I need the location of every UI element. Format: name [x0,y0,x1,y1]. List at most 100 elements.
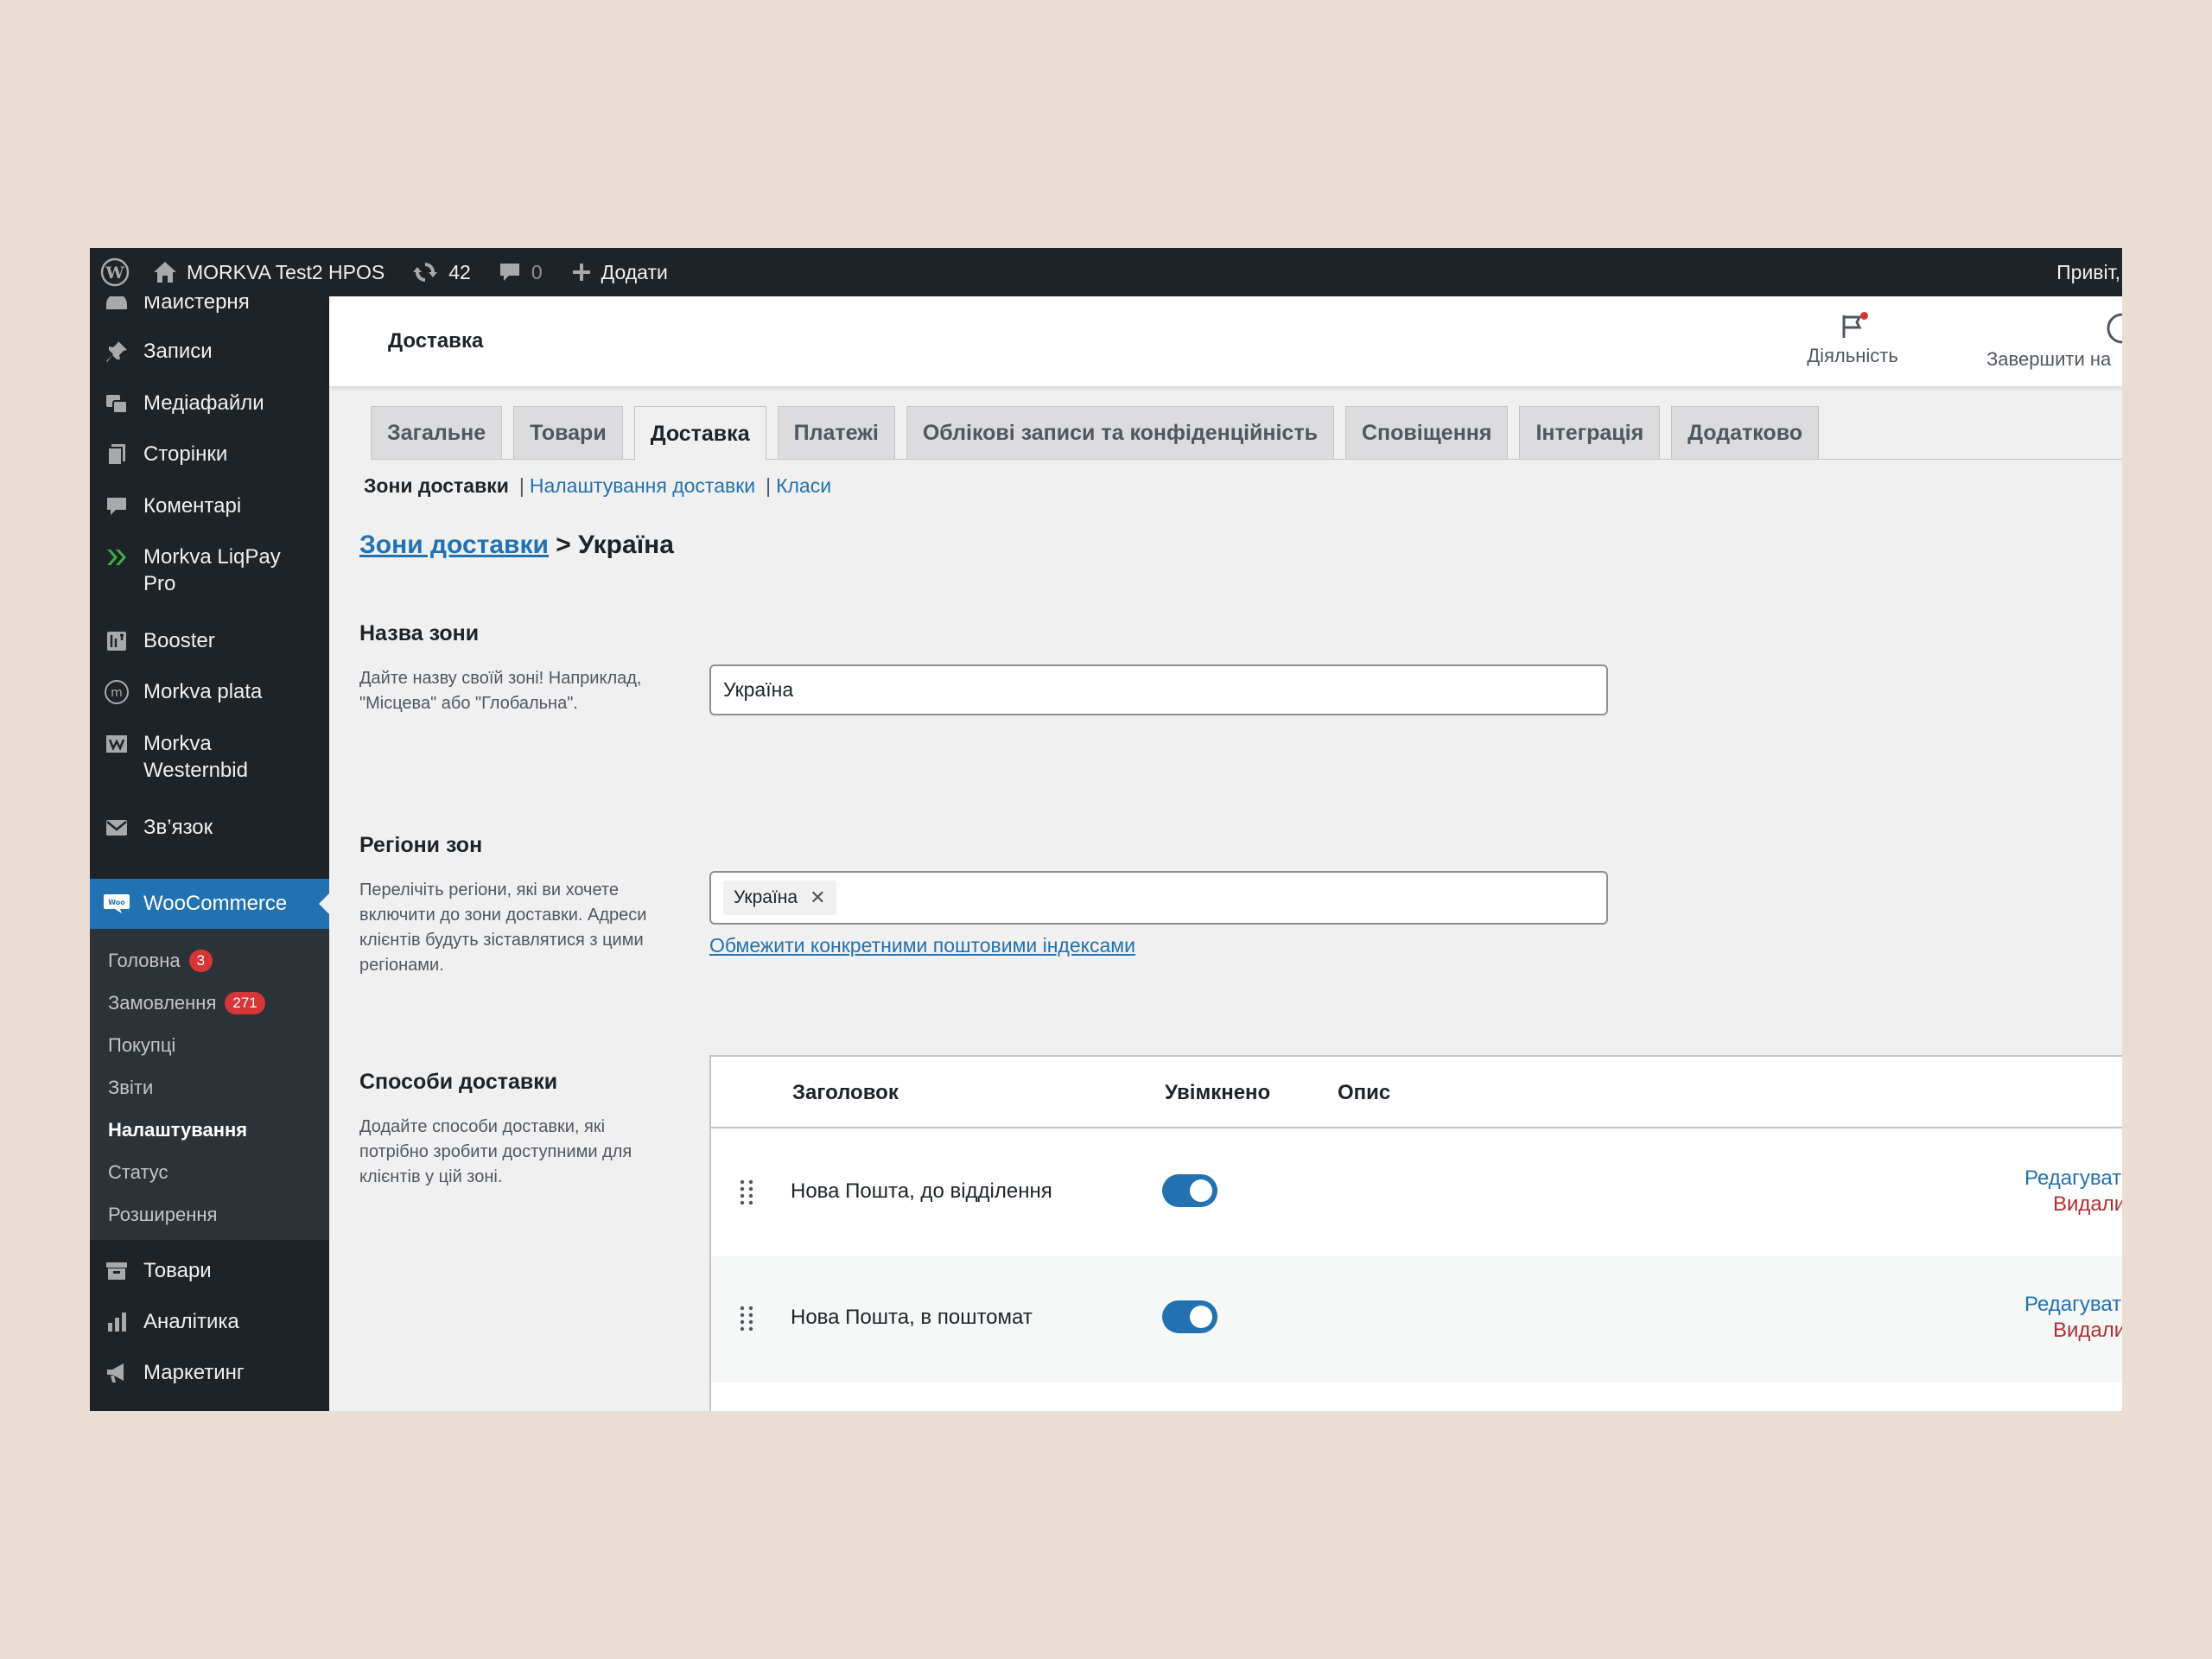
westernbid-icon [90,730,143,757]
drag-handle-icon[interactable] [739,1305,754,1331]
comment-icon [499,264,519,281]
column-title: Заголовок [792,1081,899,1104]
method-enabled-toggle[interactable] [1162,1174,1217,1207]
tab-shipping[interactable]: Доставка [633,406,766,461]
finish-setup-label: Завершити на [1986,348,2112,370]
limit-postcodes-link[interactable]: Обмежити конкретними поштовими індексами [709,934,1135,957]
tab-general[interactable]: Загальне [371,406,503,459]
notification-dot [1860,312,1868,320]
home-icon [154,262,176,283]
submenu-item-settings[interactable]: Налаштування [108,1117,247,1143]
delete-method-link[interactable]: Видалити [2053,1192,2122,1217]
toggle-knob [1190,1306,1212,1328]
zone-name-value: Україна [723,678,794,701]
updates-link[interactable]: 42 [398,248,485,296]
method-name: Нова Пошта, до відділення [791,1179,1052,1203]
remove-chip-icon[interactable]: ✕ [810,887,825,909]
finish-setup-button[interactable]: Завершити на [1986,312,2122,371]
mail-icon [90,814,143,841]
subnav-separator: | [766,474,772,497]
progress-ring-icon [2107,313,2122,344]
tab-advanced[interactable]: Додатково [1671,406,1820,459]
zone-name-description: Дайте назву своїй зоні! Наприклад, "Місц… [359,669,642,713]
svg-text:Woo: Woo [108,899,125,906]
archive-icon [90,1257,143,1284]
sidebar-item-morkva-westernbid[interactable]: Morkva Westernbid [90,730,329,784]
notification-badge: 3 [188,950,213,972]
zone-regions-select[interactable]: Україна ✕ [709,871,1608,925]
drag-handle-icon[interactable] [739,1179,754,1205]
sidebar-item-comments[interactable]: Коментарі [90,493,329,519]
sidebar-item-label: Маркетинг [143,1361,245,1384]
activity-label: Діяльність [1807,345,1898,366]
submenu-item-customers[interactable]: Покупці [108,1033,175,1058]
column-description: Опис [1338,1081,1391,1104]
site-name-link[interactable]: MORKVA Test2 HPOS [143,248,398,296]
sidebar-item-contact[interactable]: Зв’язок [90,814,329,841]
svg-text:W: W [105,264,124,283]
woo-icon: Woo [90,890,143,917]
tab-accounts-privacy[interactable]: Облікові записи та конфіденційність [906,406,1334,459]
plata-icon: m [90,678,143,705]
sidebar-item-dashboard[interactable]: Майстерня [90,296,329,315]
sidebar-item-booster[interactable]: Booster [90,627,329,654]
sidebar-item-label: WooCommerce [143,892,288,915]
tab-integration[interactable]: Інтеграція [1519,406,1661,459]
subnav-current[interactable]: Зони доставки [364,474,509,498]
submenu-item-label: Статус [108,1161,168,1183]
sidebar-item-marketing[interactable]: Маркетинг [90,1359,329,1386]
sidebar-item-label: Зв’язок [143,816,213,839]
submenu-item-orders[interactable]: Замовлення 271 [108,990,265,1016]
greeting[interactable]: Привіт, [2056,261,2120,284]
tab-emails[interactable]: Сповіщення [1344,406,1509,459]
comments-link[interactable]: 0 [485,248,556,296]
sidebar-item-morkva-liqpay[interactable]: Morkva LiqPay Pro [90,543,329,597]
column-enabled: Увімкнено [1165,1081,1271,1104]
sidebar-item-morkva-plata[interactable]: m Morkva plata [90,678,329,705]
settings-tabs: Загальне Товари Доставка Платежі Обліков… [371,406,1830,461]
table-row: Нова Пошта, до відділення Редагувати Вид… [711,1130,2122,1256]
edit-method-link[interactable]: Редагувати [2024,1293,2122,1317]
submenu-item-extensions[interactable]: Розширення [108,1202,217,1228]
notification-badge: 271 [225,992,265,1014]
tab-products[interactable]: Товари [513,406,623,459]
delete-method-link[interactable]: Видалити [2053,1319,2122,1343]
breadcrumb-link[interactable]: Зони доставки [359,531,549,559]
sidebar-item-label: Коментарі [143,494,242,518]
sidebar-item-woocommerce[interactable]: Woo WooCommerce [90,879,329,929]
add-new-link[interactable]: Додати [556,248,682,296]
sidebar-item-analytics[interactable]: Аналітика [90,1308,329,1335]
sidebar-item-label: Morkva Westernbid [143,732,248,782]
sidebar-item-posts[interactable]: Записи [90,338,329,365]
subnav-shipping-options[interactable]: Налаштування доставки [530,474,755,498]
method-enabled-toggle[interactable] [1162,1300,1217,1333]
submenu-item-home[interactable]: Головна 3 [108,948,213,974]
zone-name-input[interactable]: Україна [709,664,1608,715]
submenu-item-status[interactable]: Статус [108,1160,168,1185]
table-header: Заголовок Увімкнено Опис [711,1057,2122,1128]
sidebar-item-label: Сторінки [143,442,228,466]
megaphone-icon [90,1359,143,1386]
liqpay-icon [90,543,143,570]
wordpress-logo-icon[interactable]: W [90,248,143,296]
sidebar-item-label: Booster [143,629,215,652]
breadcrumb: Зони доставки > Україна [359,531,674,560]
submenu-item-label: Розширення [108,1204,218,1225]
edit-method-link[interactable]: Редагувати [2024,1166,2122,1191]
toggle-knob [1190,1179,1212,1202]
sidebar-item-products[interactable]: Товари [90,1257,329,1284]
booster-icon [90,627,143,654]
subnav-classes[interactable]: Класи [776,474,831,498]
shipping-methods-table: Заголовок Увімкнено Опис Нова Пошта, до … [709,1055,2122,1411]
sidebar-item-media[interactable]: Медіафайли [90,390,329,416]
sidebar-item-label: Медіафайли [143,391,264,415]
shipping-methods-description: Додайте способи доставки, які потрібно з… [359,1117,632,1186]
site-name: MORKVA Test2 HPOS [187,260,385,283]
sidebar-item-pages[interactable]: Сторінки [90,441,329,467]
submenu-item-reports[interactable]: Звіти [108,1075,153,1101]
admin-sidebar: Майстерня Записи Медіафайли Сторінки Ком… [90,296,329,1411]
activity-button[interactable]: Діяльність [1796,312,1909,367]
submenu-item-label: Налаштування [108,1119,248,1141]
tab-payments[interactable]: Платежі [777,406,895,459]
plus-icon [572,264,590,281]
